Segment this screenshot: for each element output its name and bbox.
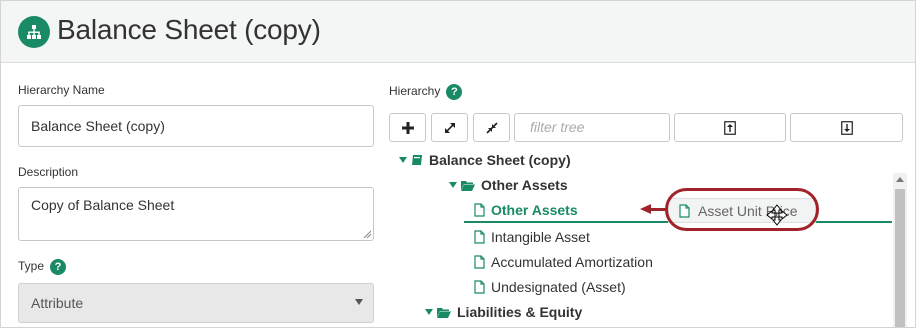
tree-node-root[interactable]: Balance Sheet (copy): [399, 149, 571, 171]
chevron-up-icon[interactable]: [896, 177, 904, 182]
chevron-down-icon[interactable]: [449, 182, 457, 188]
folder-open-icon: [461, 180, 475, 191]
download-button[interactable]: [790, 113, 903, 142]
annotation-highlight-oval: [665, 188, 819, 231]
chevron-down-icon[interactable]: [425, 309, 433, 315]
move-cursor-icon: [766, 204, 788, 226]
hierarchy-name-label: Hierarchy Name: [18, 83, 105, 97]
tree-leaf-label: Undesignated (Asset): [491, 279, 626, 295]
help-icon[interactable]: ?: [50, 259, 67, 275]
tree-node-label: Other Assets: [481, 177, 568, 193]
tree-leaf[interactable]: Other Assets: [474, 199, 578, 221]
type-label: Type: [18, 259, 45, 274]
upload-button[interactable]: [674, 113, 786, 142]
resize-handle-icon[interactable]: [363, 230, 371, 238]
hierarchy-label: Hierarchy: [389, 84, 441, 99]
annotation-arrow: [650, 208, 666, 211]
hierarchy-name-input[interactable]: Balance Sheet (copy): [18, 105, 374, 147]
file-icon: [474, 230, 485, 244]
collapse-icon: [485, 121, 498, 134]
tree-scrollbar[interactable]: [893, 173, 907, 327]
hierarchy-label-row: Hierarchy?: [389, 84, 463, 100]
expand-all-button[interactable]: [431, 113, 468, 142]
expand-icon: [444, 122, 455, 133]
file-icon: [474, 255, 485, 269]
description-text: Copy of Balance Sheet: [31, 197, 175, 213]
description-textarea[interactable]: Copy of Balance Sheet: [18, 187, 374, 241]
folder-open-icon: [437, 307, 451, 318]
scrollbar-thumb[interactable]: [895, 189, 905, 327]
hierarchy-icon: [18, 16, 50, 48]
tree-node-group[interactable]: Other Assets: [449, 174, 568, 196]
description-label: Description: [18, 165, 79, 179]
tree-leaf-label: Intangible Asset: [491, 229, 590, 245]
arrow-left-icon: [640, 204, 651, 214]
tree-leaf-label: Accumulated Amortization: [491, 254, 653, 270]
tree-leaf-label: Other Assets: [491, 202, 578, 218]
hierarchy-editor: Balance Sheet (copy) Hierarchy Name Bala…: [0, 0, 916, 328]
type-select[interactable]: Attribute: [18, 283, 374, 323]
chevron-down-icon[interactable]: [399, 157, 407, 163]
tree-node-label: Balance Sheet (copy): [429, 152, 571, 168]
download-icon: [840, 120, 853, 135]
page-header: Balance Sheet (copy): [1, 1, 915, 63]
tree-leaf[interactable]: Accumulated Amortization: [474, 251, 653, 273]
tree-node-label: Liabilities & Equity: [457, 304, 583, 320]
page-title: Balance Sheet (copy): [57, 14, 321, 45]
tree-leaf[interactable]: Intangible Asset: [474, 226, 590, 248]
file-icon: [474, 280, 485, 294]
type-select-value: Attribute: [31, 295, 84, 311]
upload-icon: [724, 120, 736, 135]
type-label-row: Type?: [18, 259, 67, 275]
help-icon[interactable]: ?: [446, 84, 463, 100]
chevron-down-icon: [355, 299, 363, 305]
filter-tree-input[interactable]: filter tree: [514, 113, 670, 142]
file-icon: [474, 203, 485, 217]
book-icon: [412, 155, 422, 165]
tree-leaf[interactable]: Undesignated (Asset): [474, 276, 626, 298]
add-icon: [401, 121, 414, 134]
tree-node-group[interactable]: Liabilities & Equity: [425, 301, 582, 323]
add-node-button[interactable]: [389, 113, 426, 142]
collapse-all-button[interactable]: [473, 113, 510, 142]
